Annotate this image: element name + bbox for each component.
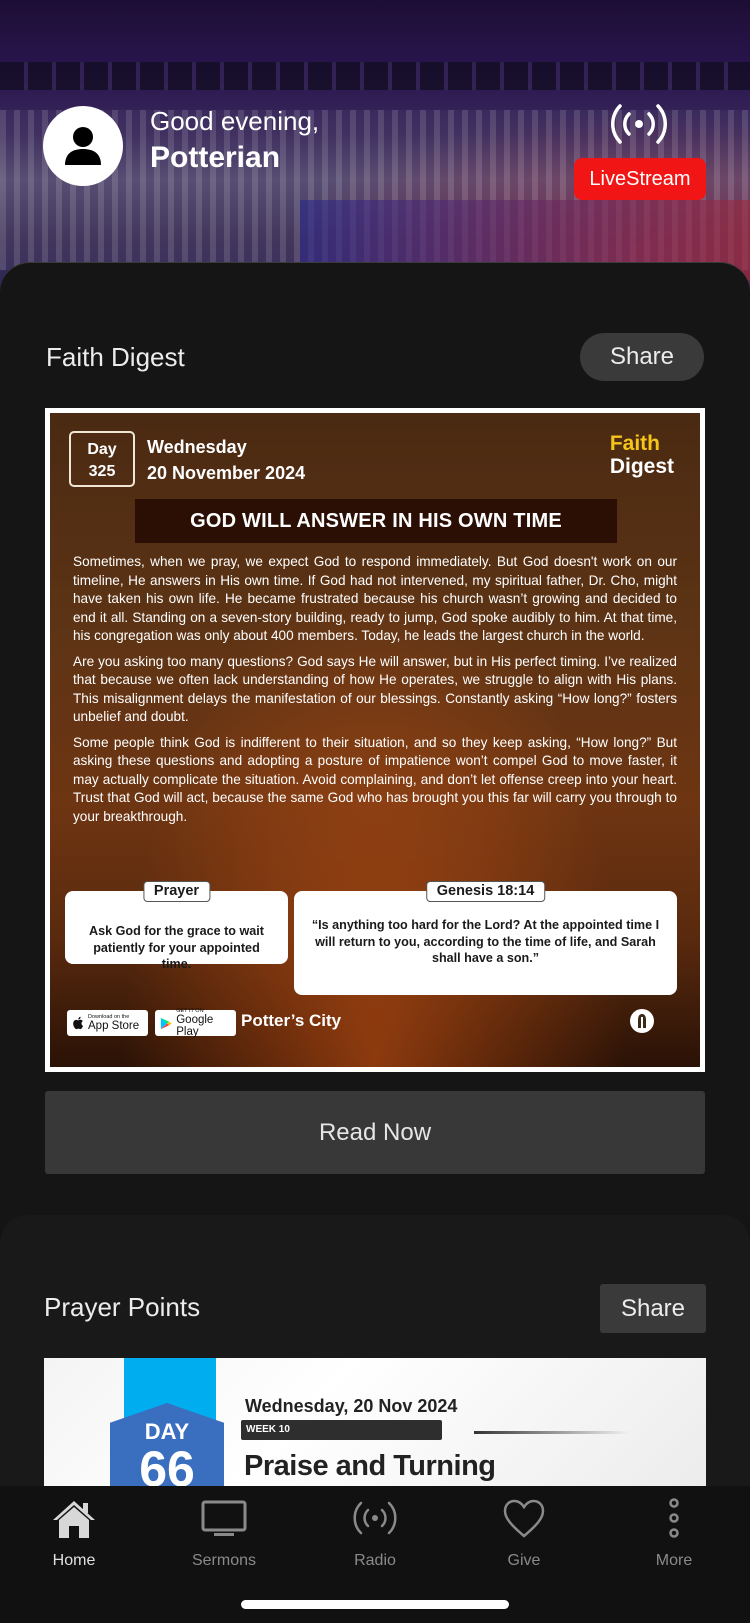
- potters-city-logo-icon: [630, 1009, 654, 1033]
- scripture-text: “Is anything too hard for the Lord? At t…: [311, 918, 660, 965]
- tab-home-label: Home: [52, 1552, 96, 1569]
- tab-sermons-label: Sermons: [191, 1552, 257, 1569]
- prayer-points-title: Prayer Points: [44, 1292, 201, 1322]
- faith-digest-image[interactable]: Day 325 Wednesday 20 November 2024 Faith…: [45, 408, 705, 1072]
- faith-digest-logo: Faith Digest: [610, 432, 674, 478]
- brand-line1: Faith: [609, 432, 660, 455]
- google-play-icon: [160, 1017, 172, 1029]
- pp-date: Wednesday, 20 Nov 2024: [245, 1396, 458, 1416]
- user-icon: [65, 127, 101, 165]
- digest-date: Wednesday 20 November 2024: [147, 434, 305, 486]
- brand-line2: Digest: [609, 455, 674, 478]
- day-label: Day: [87, 441, 117, 458]
- scripture-card: Genesis 18:14 “Is anything too hard for …: [294, 881, 677, 995]
- avatar[interactable]: [43, 106, 123, 186]
- greeting-text: Good evening,: [150, 106, 320, 136]
- potters-city-label: Potter’s City: [241, 1011, 342, 1030]
- faith-digest-share-button[interactable]: Share: [580, 333, 704, 381]
- prayer-points-image[interactable]: DAY 66 Wednesday, 20 Nov 2024 WEEK 10 Pr…: [44, 1358, 706, 1488]
- hero-balcony: [0, 62, 750, 90]
- prayer-text: Ask God for the grace to wait patiently …: [89, 924, 264, 971]
- digest-paragraph: Some people think God is indifferent to …: [73, 734, 677, 824]
- prayer-label: Prayer: [142, 881, 211, 902]
- tab-more[interactable]: More: [614, 1498, 734, 1570]
- app-store-badge: Download on the App Store: [67, 1010, 148, 1036]
- tab-give[interactable]: Give: [464, 1498, 584, 1570]
- tab-radio-label: Radio: [354, 1552, 396, 1569]
- username: Potterian: [150, 141, 281, 174]
- digest-weekday: Wednesday: [147, 437, 247, 457]
- pp-divider: [474, 1431, 629, 1434]
- digest-headline: GOD WILL ANSWER IN HIS OWN TIME: [135, 499, 617, 543]
- broadcast-icon[interactable]: [606, 102, 672, 146]
- tab-home[interactable]: Home: [14, 1498, 134, 1570]
- broadcast-icon: [353, 1501, 397, 1535]
- app-store-big: App Store: [88, 1020, 140, 1032]
- tab-more-label: More: [655, 1552, 693, 1569]
- digest-paragraph: Sometimes, when we pray, we expect God t…: [73, 554, 677, 643]
- read-now-button[interactable]: Read Now: [45, 1091, 705, 1174]
- tab-radio[interactable]: Radio: [315, 1498, 435, 1570]
- greeting: Good evening, Potterian: [150, 106, 319, 175]
- tab-give-label: Give: [507, 1552, 541, 1569]
- digest-full-date: 20 November 2024: [147, 463, 306, 483]
- prayer-points-share-button[interactable]: Share: [600, 1284, 706, 1333]
- more-vertical-icon: [669, 1498, 679, 1538]
- pp-week: WEEK 10: [241, 1420, 442, 1440]
- prayer-card: Prayer Ask God for the grace to wait pat…: [65, 881, 288, 971]
- pp-title: Praise and Turning: [244, 1450, 496, 1482]
- home-icon: [53, 1501, 95, 1538]
- day-number: 325: [88, 463, 116, 480]
- google-play-big: Google Play: [176, 1014, 214, 1038]
- faith-digest-title: Faith Digest: [46, 342, 185, 372]
- tv-icon: [201, 1500, 247, 1536]
- digest-paragraph: Are you asking too many questions? God s…: [73, 653, 677, 725]
- pp-day-number: 66: [139, 1441, 195, 1488]
- heart-icon: [503, 1499, 545, 1538]
- tab-sermons[interactable]: Sermons: [164, 1498, 284, 1570]
- day-badge: Day 325: [69, 431, 135, 487]
- livestream-button[interactable]: LiveStream: [574, 158, 706, 200]
- home-indicator[interactable]: [241, 1600, 509, 1609]
- apple-icon: [73, 1016, 83, 1030]
- digest-body: Sometimes, when we pray, we expect God t…: [73, 553, 677, 833]
- google-play-badge: GET IT ON Google Play: [155, 1008, 236, 1038]
- scripture-label: Genesis 18:14: [425, 881, 546, 902]
